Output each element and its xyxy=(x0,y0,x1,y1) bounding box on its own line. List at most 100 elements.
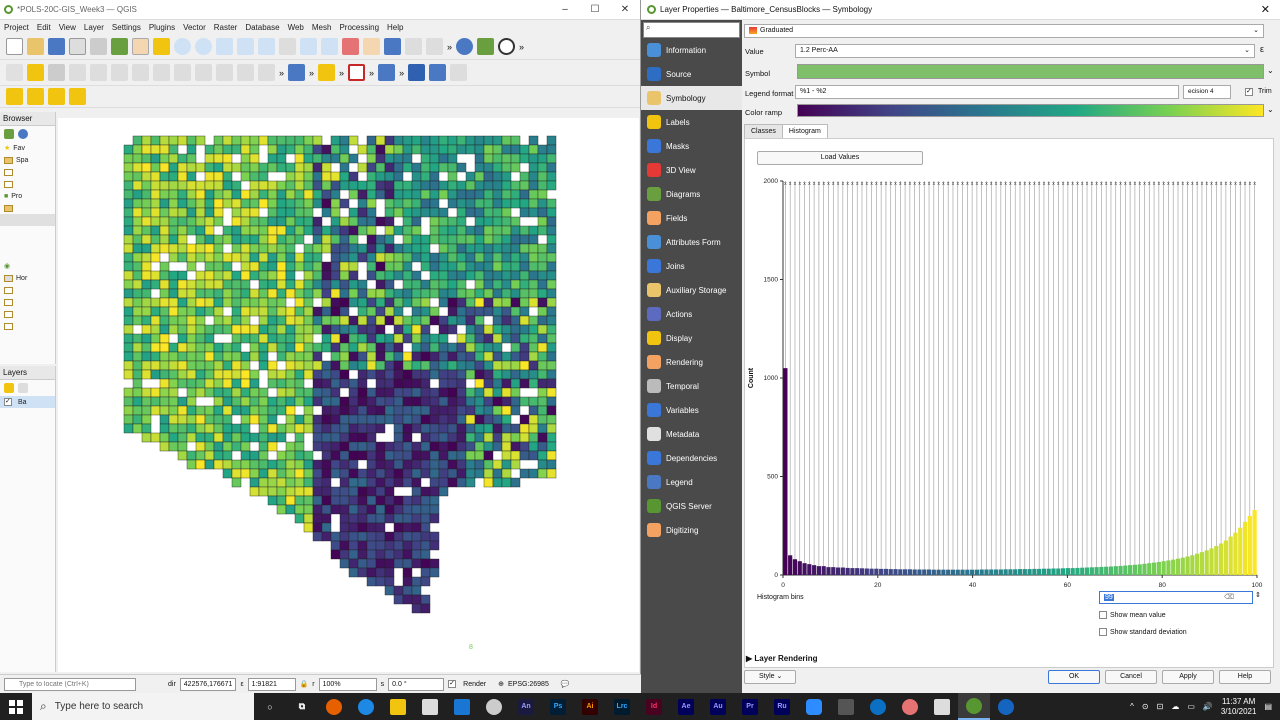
census-block[interactable] xyxy=(285,189,296,200)
census-block[interactable] xyxy=(384,135,395,146)
census-block[interactable] xyxy=(204,333,215,344)
census-block[interactable] xyxy=(150,279,161,290)
census-block[interactable] xyxy=(321,441,332,452)
census-block[interactable] xyxy=(303,504,314,515)
census-block[interactable] xyxy=(393,135,404,146)
census-block[interactable] xyxy=(483,144,494,155)
census-block[interactable] xyxy=(231,144,242,155)
census-block[interactable] xyxy=(186,378,197,389)
census-block[interactable] xyxy=(177,324,188,335)
precision-field[interactable]: ecision 4 xyxy=(1183,85,1231,99)
census-block[interactable] xyxy=(339,549,350,560)
select-by-value-icon[interactable] xyxy=(27,88,44,105)
census-block[interactable] xyxy=(168,288,179,299)
layer-style-icon[interactable] xyxy=(4,383,14,393)
census-block[interactable] xyxy=(420,261,431,272)
census-block[interactable] xyxy=(222,360,233,371)
census-block[interactable] xyxy=(249,342,260,353)
census-block[interactable] xyxy=(204,378,215,389)
census-block[interactable] xyxy=(420,495,431,506)
census-block[interactable] xyxy=(447,144,458,155)
census-block[interactable] xyxy=(213,261,224,272)
census-block[interactable] xyxy=(456,261,467,272)
class-break-handle[interactable]: x xyxy=(1210,181,1213,187)
census-block[interactable] xyxy=(411,279,422,290)
census-block[interactable] xyxy=(339,288,350,299)
census-block[interactable] xyxy=(357,306,368,317)
render-checkbox[interactable]: ✓ xyxy=(448,680,457,688)
browser-tree-item[interactable] xyxy=(0,296,55,308)
census-block[interactable] xyxy=(321,477,332,488)
census-block[interactable] xyxy=(456,459,467,470)
census-block[interactable] xyxy=(465,189,476,200)
census-block[interactable] xyxy=(141,270,152,281)
census-block[interactable] xyxy=(339,171,350,182)
census-block[interactable] xyxy=(123,369,134,380)
census-block[interactable] xyxy=(348,135,359,146)
census-block[interactable] xyxy=(123,306,134,317)
census-block[interactable] xyxy=(420,144,431,155)
census-block[interactable] xyxy=(132,351,143,362)
census-block[interactable] xyxy=(456,216,467,227)
census-block[interactable] xyxy=(366,306,377,317)
census-block[interactable] xyxy=(510,423,521,434)
census-block[interactable] xyxy=(213,405,224,416)
census-block[interactable] xyxy=(393,198,404,209)
census-block[interactable] xyxy=(303,180,314,191)
census-block[interactable] xyxy=(186,396,197,407)
census-block[interactable] xyxy=(384,450,395,461)
census-block[interactable] xyxy=(141,198,152,209)
census-block[interactable] xyxy=(501,153,512,164)
census-block[interactable] xyxy=(546,324,557,335)
census-block[interactable] xyxy=(330,351,341,362)
census-block[interactable] xyxy=(465,243,476,254)
census-block[interactable] xyxy=(249,414,260,425)
census-block[interactable] xyxy=(357,522,368,533)
census-block[interactable] xyxy=(276,198,287,209)
census-block[interactable] xyxy=(510,306,521,317)
census-block[interactable] xyxy=(393,315,404,326)
census-block[interactable] xyxy=(186,180,197,191)
class-break-handle[interactable]: x xyxy=(1100,181,1103,187)
census-block[interactable] xyxy=(438,252,449,263)
census-block[interactable] xyxy=(285,342,296,353)
census-block-polygons[interactable] xyxy=(123,135,557,614)
census-block[interactable] xyxy=(402,315,413,326)
census-block[interactable] xyxy=(474,414,485,425)
census-block[interactable] xyxy=(249,306,260,317)
class-break-handle[interactable]: x xyxy=(1115,181,1118,187)
census-block[interactable] xyxy=(429,423,440,434)
census-block[interactable] xyxy=(168,279,179,290)
census-block[interactable] xyxy=(420,549,431,560)
census-block[interactable] xyxy=(366,414,377,425)
census-block[interactable] xyxy=(258,243,269,254)
census-block[interactable] xyxy=(465,477,476,488)
census-block[interactable] xyxy=(483,450,494,461)
census-block[interactable] xyxy=(204,198,215,209)
census-block[interactable] xyxy=(393,261,404,272)
toolbar-overflow-icon-6[interactable]: » xyxy=(369,68,374,78)
census-block[interactable] xyxy=(213,207,224,218)
census-block[interactable] xyxy=(375,288,386,299)
census-block[interactable] xyxy=(519,378,530,389)
class-break-handle[interactable]: x xyxy=(942,181,945,187)
census-block[interactable] xyxy=(348,387,359,398)
census-block[interactable] xyxy=(357,486,368,497)
census-block[interactable] xyxy=(231,234,242,245)
menu-plugins[interactable]: Plugins xyxy=(149,23,175,32)
census-block[interactable] xyxy=(438,162,449,173)
census-block[interactable] xyxy=(231,198,242,209)
census-block[interactable] xyxy=(141,333,152,344)
sidebar-search-input[interactable]: ⌕ xyxy=(643,22,740,38)
census-block[interactable] xyxy=(357,297,368,308)
census-block[interactable] xyxy=(465,432,476,443)
census-block[interactable] xyxy=(186,243,197,254)
class-break-handle[interactable]: x xyxy=(1182,181,1185,187)
census-block[interactable] xyxy=(267,153,278,164)
census-block[interactable] xyxy=(528,261,539,272)
census-block[interactable] xyxy=(456,378,467,389)
census-block[interactable] xyxy=(393,144,404,155)
census-block[interactable] xyxy=(186,405,197,416)
census-block[interactable] xyxy=(474,153,485,164)
census-block[interactable] xyxy=(384,261,395,272)
